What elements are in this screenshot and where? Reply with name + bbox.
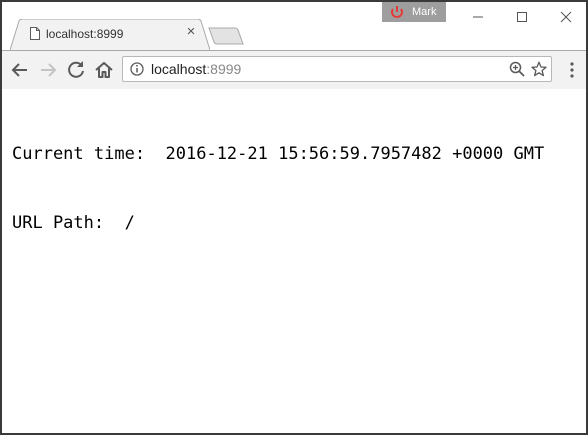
info-icon[interactable]	[130, 62, 144, 76]
tab-title: localhost:8999	[46, 27, 124, 41]
url-text[interactable]: localhost:8999	[151, 61, 241, 77]
address-bar[interactable]: localhost:8999	[122, 56, 552, 82]
current-time-line: Current time: 2016-12-21 15:56:59.795748…	[12, 144, 545, 164]
arrow-forward-icon[interactable]	[36, 58, 60, 82]
url-host: localhost	[151, 61, 207, 77]
page-text: Current time: 2016-12-21 15:56:59.795748…	[12, 97, 544, 281]
page-icon	[30, 27, 40, 40]
minimize-button[interactable]	[456, 2, 500, 32]
close-window-button[interactable]	[544, 2, 588, 32]
arrow-back-icon[interactable]	[8, 58, 32, 82]
profile-badge[interactable]: Mark	[382, 2, 446, 22]
browser-window: localhost:8999 × Mark localhost:8999 Cur…	[0, 0, 588, 435]
tab-close-icon[interactable]: ×	[183, 24, 199, 40]
title-bar: localhost:8999 × Mark	[2, 2, 586, 50]
url-path-line: URL Path: /	[12, 213, 135, 233]
maximize-button[interactable]	[500, 2, 544, 32]
browser-tab[interactable]: localhost:8999 ×	[10, 19, 210, 50]
url-port: :8999	[206, 61, 242, 77]
browser-toolbar: localhost:8999	[2, 50, 586, 90]
profile-name: Mark	[412, 6, 437, 18]
star-icon[interactable]	[531, 61, 547, 77]
zoom-icon[interactable]	[509, 61, 525, 77]
new-tab-button[interactable]	[208, 27, 244, 45]
menu-icon[interactable]	[560, 58, 584, 82]
page-content: Current time: 2016-12-21 15:56:59.795748…	[2, 89, 586, 433]
profile-icon	[391, 6, 403, 18]
home-icon[interactable]	[92, 58, 116, 82]
reload-icon[interactable]	[64, 58, 88, 82]
